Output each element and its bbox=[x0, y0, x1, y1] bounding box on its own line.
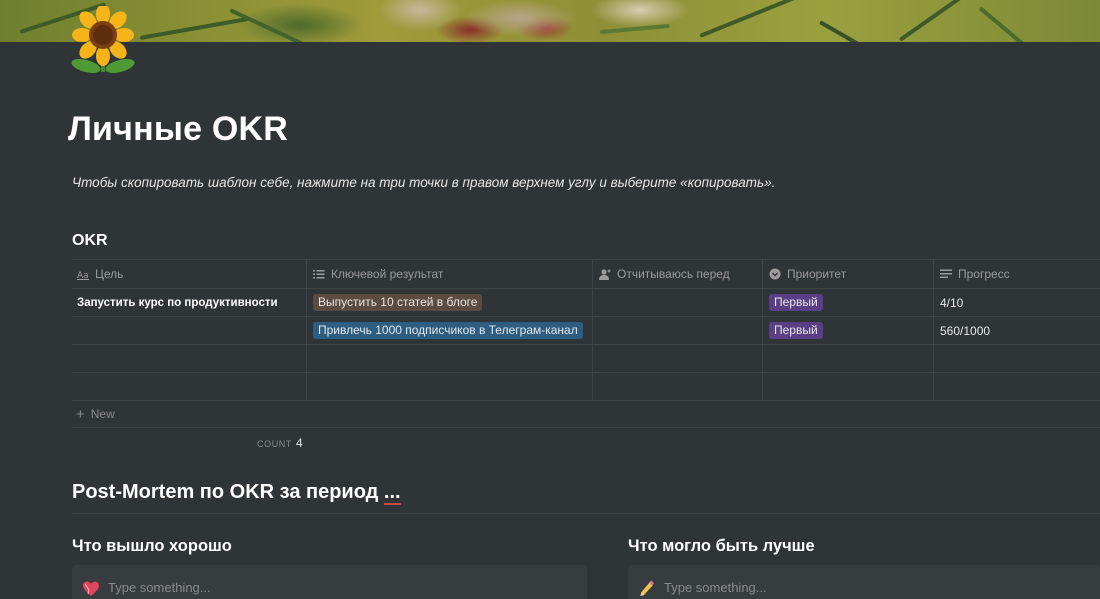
column-header-label: Цель bbox=[95, 267, 124, 281]
priority-tag: Первый bbox=[769, 294, 823, 311]
postmortem-heading-text: Post-Mortem по OKR за период bbox=[72, 481, 379, 503]
column-header-priority[interactable]: Приоритет bbox=[763, 260, 934, 288]
could-be-better-callout[interactable]: Type something... bbox=[628, 565, 1100, 599]
text-icon bbox=[940, 268, 952, 280]
priority-tag: Первый bbox=[769, 322, 823, 339]
cell-priority[interactable] bbox=[763, 373, 934, 400]
count-label: COUNT bbox=[257, 439, 292, 449]
postmortem-heading[interactable]: Post-Mortem по OKR за период ... bbox=[72, 481, 401, 505]
new-row-label: New bbox=[90, 407, 115, 421]
cell-report-to[interactable] bbox=[593, 289, 763, 316]
cell-goal[interactable] bbox=[72, 345, 307, 372]
cell-goal[interactable] bbox=[72, 373, 307, 400]
cell-goal[interactable] bbox=[72, 317, 307, 344]
cell-report-to[interactable] bbox=[593, 345, 763, 372]
cell-priority[interactable] bbox=[763, 345, 934, 372]
plus-icon: + bbox=[76, 405, 85, 423]
database-title[interactable]: OKR bbox=[72, 232, 108, 250]
could-be-better-heading[interactable]: Что могло быть лучше bbox=[628, 537, 815, 556]
goal-text: Запустить курс по продуктивности bbox=[77, 296, 278, 309]
column-header-label: Ключевой результат bbox=[331, 267, 444, 281]
could-be-better-placeholder: Type something... bbox=[664, 580, 767, 595]
progress-text: 560/1000 bbox=[940, 323, 991, 338]
key-result-tag: Привлечь 1000 подписчиков в Телеграм-кан… bbox=[313, 322, 583, 339]
cell-key-result[interactable]: Выпустить 10 статей в блоге bbox=[307, 289, 593, 316]
column-header-label: Приоритет bbox=[787, 267, 847, 281]
cell-progress[interactable] bbox=[934, 373, 1100, 400]
cell-key-result[interactable] bbox=[307, 373, 593, 400]
cell-report-to[interactable] bbox=[593, 373, 763, 400]
progress-text: 4/10 bbox=[940, 295, 964, 310]
cell-progress[interactable]: 4/10 bbox=[934, 289, 1100, 316]
sunflower-icon[interactable] bbox=[70, 4, 136, 74]
heart-icon bbox=[82, 580, 100, 598]
cell-progress[interactable]: 560/1000 bbox=[934, 317, 1100, 344]
key-result-tag: Выпустить 10 статей в блоге bbox=[313, 294, 483, 311]
divider bbox=[72, 513, 1100, 514]
column-header-report-to[interactable]: Отчитываюсь перед bbox=[593, 260, 763, 288]
cell-key-result[interactable]: Привлечь 1000 подписчиков в Телеграм-кан… bbox=[307, 317, 593, 344]
count-value: 4 bbox=[296, 436, 303, 450]
table-row[interactable] bbox=[72, 373, 1100, 401]
okr-table: Aa Цель Ключевой результат Отчитываюсь п… bbox=[72, 259, 1100, 401]
went-well-heading[interactable]: Что вышло хорошо bbox=[72, 537, 232, 556]
postmortem-heading-dots: ... bbox=[383, 481, 401, 505]
table-row[interactable]: Привлечь 1000 подписчиков в Телеграм-кан… bbox=[72, 317, 1100, 345]
cell-progress[interactable] bbox=[934, 345, 1100, 372]
select-icon bbox=[769, 268, 781, 280]
cell-key-result[interactable] bbox=[307, 345, 593, 372]
person-icon bbox=[599, 268, 611, 280]
went-well-placeholder: Type something... bbox=[108, 580, 211, 595]
column-header-goal[interactable]: Aa Цель bbox=[72, 260, 307, 288]
page-subtitle[interactable]: Чтобы скопировать шаблон себе, нажмите н… bbox=[72, 175, 775, 190]
title-icon: Aa bbox=[77, 268, 89, 280]
cell-goal[interactable]: Запустить курс по продуктивности bbox=[72, 289, 307, 316]
cell-priority[interactable]: Первый bbox=[763, 317, 934, 344]
column-header-key-result[interactable]: Ключевой результат bbox=[307, 260, 593, 288]
page-title[interactable]: Личные OKR bbox=[68, 110, 288, 149]
table-row[interactable]: Запустить курс по продуктивности Выпусти… bbox=[72, 289, 1100, 317]
column-header-label: Отчитываюсь перед bbox=[617, 267, 730, 281]
pencil-icon bbox=[638, 580, 656, 598]
table-header-row: Aa Цель Ключевой результат Отчитываюсь п… bbox=[72, 260, 1100, 289]
new-row-button[interactable]: + New bbox=[72, 401, 1100, 428]
column-header-progress[interactable]: Прогресс bbox=[934, 260, 1100, 288]
column-header-label: Прогресс bbox=[958, 267, 1010, 281]
cell-report-to[interactable] bbox=[593, 317, 763, 344]
cell-priority[interactable]: Первый bbox=[763, 289, 934, 316]
svg-text:Aa: Aa bbox=[77, 271, 89, 280]
went-well-callout[interactable]: Type something... bbox=[72, 565, 587, 599]
table-row[interactable] bbox=[72, 345, 1100, 373]
count-aggregate[interactable]: COUNT 4 bbox=[257, 436, 303, 450]
page-cover[interactable] bbox=[0, 0, 1100, 42]
list-icon bbox=[313, 268, 325, 280]
